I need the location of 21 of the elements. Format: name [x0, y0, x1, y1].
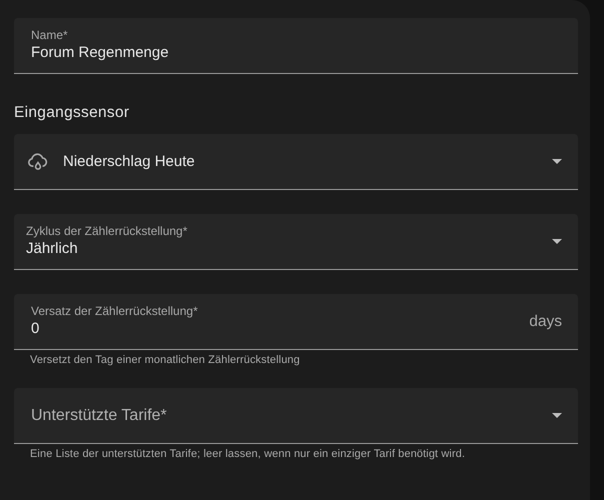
field-value: 0 — [31, 319, 40, 339]
field-label: Name* — [31, 28, 69, 43]
input-field[interactable]: Versatz der Zählerrückstellung* 0 days — [14, 294, 578, 350]
dropdown[interactable]: Niederschlag Heute — [14, 134, 578, 190]
unit-suffix: days — [529, 312, 562, 330]
selected-value: Niederschlag Heute — [63, 152, 196, 172]
helper-text: Versetzt den Tag einer monatlichen Zählerrückstellung — [29, 353, 301, 366]
caret-icon — [552, 413, 562, 418]
field-placeholder: Unterstützte Tarife* — [30, 406, 168, 424]
rain-cloud-icon — [27, 150, 49, 172]
caret-icon — [552, 239, 562, 244]
field-value: Forum Regenmenge — [31, 43, 170, 63]
section-heading: Eingangssensor — [14, 104, 130, 121]
dropdown[interactable]: Zyklus der Zählerrückstellung* Jährlich — [14, 214, 578, 270]
helper-text: Eine Liste der unterstützten Tarife; leer lassen, wenn nur ein einziger Tarif benötigt wird. — [29, 447, 466, 460]
selected-value: Jährlich — [26, 239, 79, 259]
input-field[interactable]: Name* Forum Regenmenge — [14, 18, 578, 74]
caret-icon — [552, 159, 562, 164]
dropdown[interactable]: Unterstützte Tarife* — [14, 388, 578, 444]
field-label: Zyklus der Zählerrückstellung* — [26, 224, 188, 239]
field-label: Versatz der Zählerrückstellung* — [31, 304, 199, 319]
